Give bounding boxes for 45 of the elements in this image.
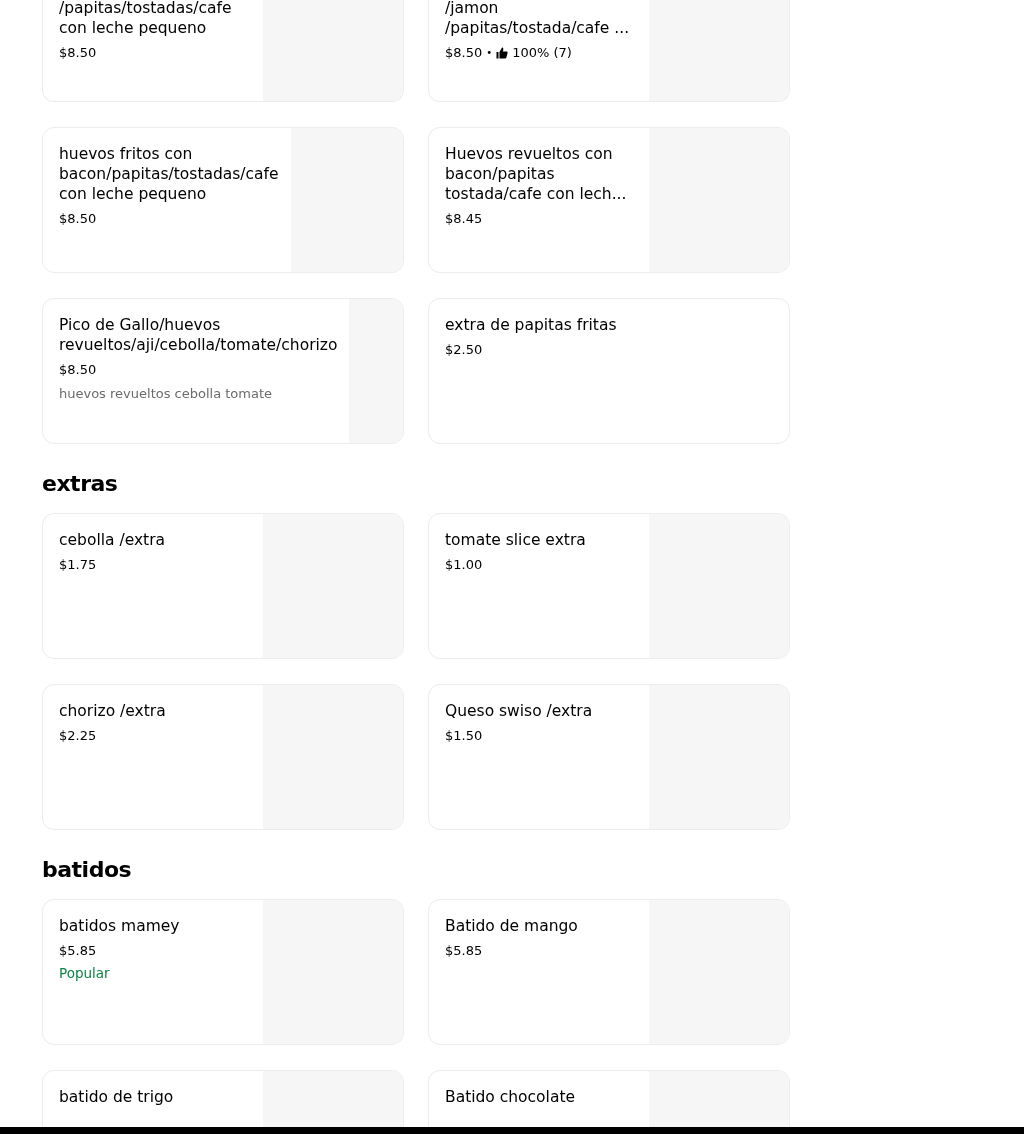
item-title: /papitas/tostadas/cafe con leche pequeno [59, 0, 233, 38]
item-price: $2.50 [445, 341, 483, 359]
item-price: $5.85 [445, 942, 483, 960]
section-heading: batidos [42, 858, 133, 882]
separator-dot: • [486, 46, 493, 60]
item-title: Queso swiso /extra [445, 701, 594, 721]
menu-item-card[interactable]: Batido de mango $5.85 [428, 899, 790, 1045]
item-price: $2.25 [59, 727, 97, 745]
item-price: $1.50 [445, 727, 483, 745]
item-description: huevos revueltos cebolla tomate [59, 385, 274, 403]
item-price: $8.45 [445, 210, 483, 228]
item-title: batidos mamey [59, 916, 181, 936]
menu-item-card[interactable]: chorizo /extra $2.25 [42, 684, 404, 830]
menu-item-card[interactable]: /papitas/tostadas/cafe con leche pequeno $8.50 [42, 0, 404, 102]
item-price: $1.75 [59, 556, 97, 574]
item-title: cebolla /extra [59, 530, 167, 550]
section-heading: extras [42, 472, 119, 496]
item-price: $8.50 [59, 210, 97, 228]
item-title: chorizo /extra [59, 701, 167, 721]
item-title: huevos fritos con bacon/papitas/tostadas/cafe con leche pequeno [59, 144, 279, 204]
menu-item-card[interactable]: Huevos revueltos con bacon/papitas tostada/cafe con lech... $8.45 [428, 127, 790, 273]
item-price: $8.50 [59, 44, 97, 62]
menu-item-card[interactable]: Pico de Gallo/huevos revueltos/aji/cebolla/tomate/chorizo $8.50 huevos revueltos cebolla tomate [42, 298, 404, 444]
menu-item-card[interactable]: Queso swiso /extra $1.50 [428, 684, 790, 830]
item-title: /jamon /papitas/tostada/cafe ... [445, 0, 631, 38]
menu-item-card[interactable]: tomate slice extra $1.00 [428, 513, 790, 659]
item-title: batido de trigo [59, 1087, 175, 1107]
thumbs-up-icon [496, 47, 509, 59]
item-title: Batido de mango [445, 916, 579, 936]
item-price: $8.50 [445, 44, 483, 62]
popular-label: Popular [59, 964, 111, 982]
menu-item-card[interactable]: batidos mamey $5.85 Popular [42, 899, 404, 1045]
item-price: $8.50 [59, 361, 97, 379]
item-title: tomate slice extra [445, 530, 587, 550]
item-title: Huevos revueltos con bacon/papitas tostada/cafe con lech... [445, 144, 628, 204]
item-title: Batido chocolate [445, 1087, 577, 1107]
menu-item-card[interactable]: huevos fritos con bacon/papitas/tostadas/cafe con leche pequeno $8.50 [42, 127, 404, 273]
item-price: $5.85 [59, 942, 97, 960]
rating-text: 100% (7) [512, 44, 572, 62]
menu-item-card[interactable]: /jamon /papitas/tostada/cafe ... $8.50 • 100% (7) [428, 0, 790, 102]
item-title: Pico de Gallo/huevos revueltos/aji/cebolla/tomate/chorizo [59, 315, 338, 355]
menu-item-card[interactable]: extra de papitas fritas $2.50 [428, 298, 790, 444]
item-price: $1.00 [445, 556, 483, 574]
menu-item-card[interactable]: cebolla /extra $1.75 [42, 513, 404, 659]
item-title: extra de papitas fritas [445, 315, 618, 335]
